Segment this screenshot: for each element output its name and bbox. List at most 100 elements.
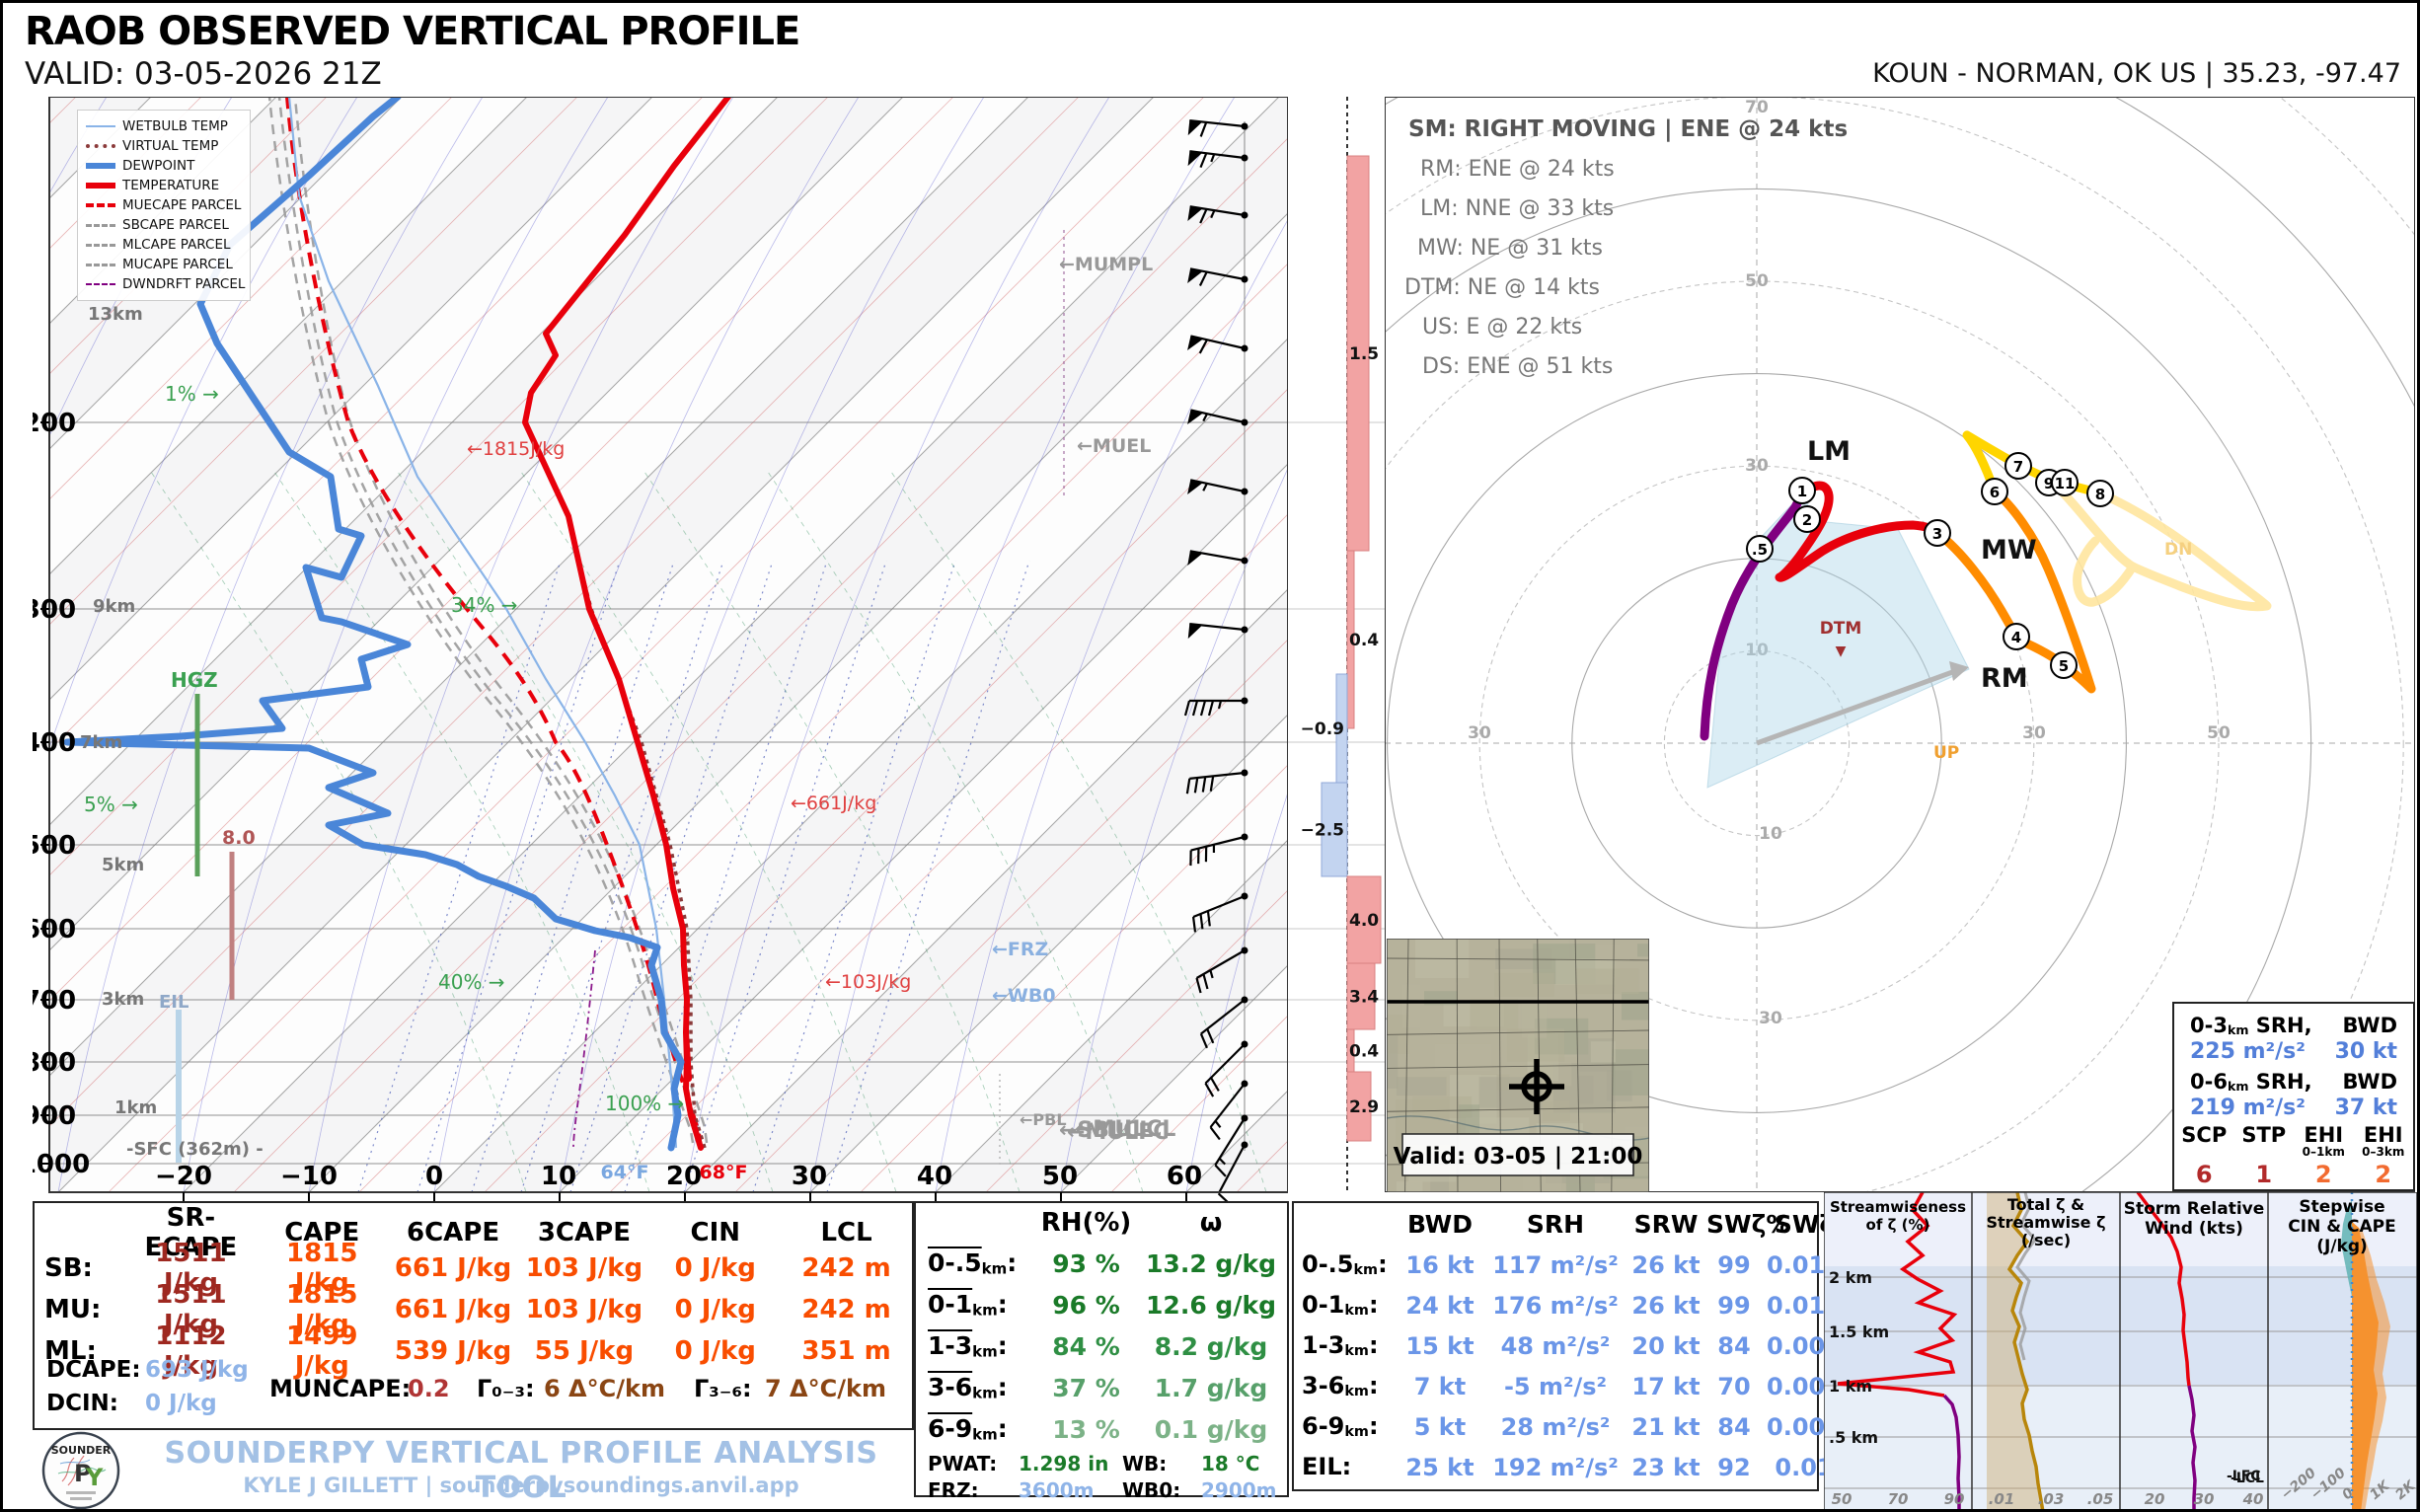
virtualtemp-line-icon <box>86 144 115 148</box>
svg-text:2 km: 2 km <box>1829 1268 1872 1287</box>
height-label: 13km <box>88 304 143 325</box>
dcape-value: 693 J/kg <box>145 1357 249 1383</box>
svg-text:50: 50 <box>1745 271 1769 291</box>
sounderpy-logo: SOUNDER P Y <box>41 1431 120 1509</box>
kin-row: 0-.5km: 16 kt 117 m²/s² 26 kt 99 0.018 <box>1302 1250 1842 1279</box>
svg-text:90: 90 <box>1944 1490 1965 1508</box>
svg-text:(/sec): (/sec) <box>2021 1231 2071 1249</box>
rh-label: 100% → <box>605 1092 684 1115</box>
svg-text:7: 7 <box>2013 458 2023 476</box>
lm-label: LM <box>1807 436 1851 467</box>
frz-label: ←FRZ <box>992 939 1048 960</box>
kin-row: 6-9km: 5 kt 28 m²/s² 21 kt 84 0.004 <box>1302 1412 1842 1441</box>
svg-text:50: 50 <box>1832 1490 1853 1508</box>
panel-title: Streamwiseness <box>1830 1198 1966 1216</box>
stepwise-cape-panel: Stepwise CIN & CAPE (J/kg) −200 −100 0 1… <box>2268 1192 2417 1509</box>
us-vector: US: E @ 22 kts <box>1422 315 1582 340</box>
svg-text:(J/kg): (J/kg) <box>2316 1237 2368 1256</box>
temp-label: 0 <box>425 1162 443 1191</box>
svg-text:2: 2 <box>1802 511 1812 529</box>
svg-text:1.5 km: 1.5 km <box>1829 1323 1889 1341</box>
svg-text:CIN & CAPE: CIN & CAPE <box>2288 1217 2395 1237</box>
svg-text:Streamwise ζ: Streamwise ζ <box>1986 1213 2105 1232</box>
svg-text:1.5: 1.5 <box>1349 344 1379 364</box>
legend-item: DWNDRFT PARCEL <box>86 274 245 294</box>
legend-item: VIRTUAL TEMP <box>86 136 242 156</box>
srh3-header: 0-3km SRH, <box>2190 1014 2312 1037</box>
svg-text:4: 4 <box>2011 629 2021 646</box>
pressure-label: 700 <box>33 986 76 1016</box>
muncape-value: 0.2 <box>408 1375 450 1402</box>
svg-text:20: 20 <box>2145 1490 2165 1508</box>
temp-label: 20 <box>666 1162 702 1191</box>
hgz-label: HGZ <box>171 668 218 692</box>
muncape-label: MUNCAPE: <box>269 1375 412 1402</box>
streamwiseness-panel: Streamwiseness of ζ (%) 2 km 1.5 km 1 km… <box>1824 1192 1972 1509</box>
cape-label: ←103J/kg <box>825 971 911 993</box>
legend-item: MUCAPE PARCEL <box>86 255 242 274</box>
thermo-header-row: SR-ECAPE CAPE 6CAPE 3CAPE CIN LCL <box>144 1203 872 1262</box>
svg-text:8: 8 <box>2095 486 2105 503</box>
pressure-label: 600 <box>33 915 76 945</box>
ds-vector: DS: ENE @ 51 kts <box>1422 354 1613 379</box>
moisture-row: 1-3km: 84 % 8.2 g/kg <box>928 1331 1268 1361</box>
pressure-label: 400 <box>33 728 76 758</box>
hodo-stats-box: 0-3km SRH, BWD 225 m²/s² 30 kt 0-6km SRH… <box>2172 1002 2415 1191</box>
bwd3-value: 30 kt <box>2334 1039 2397 1064</box>
svg-text:−0.9: −0.9 <box>1301 719 1344 739</box>
temp-label: 10 <box>541 1162 576 1191</box>
kin-row: 1-3km: 15 kt 48 m²/s² 20 kt 84 0.006 <box>1302 1331 1842 1360</box>
stp-value: 1 <box>2255 1161 2273 1188</box>
mlcape-line-icon <box>86 243 115 247</box>
pwat-row: PWAT: 1.298 in WB: 18 °C <box>928 1451 1260 1475</box>
kin-row: 0-1km: 24 kt 176 m²/s² 26 kt 99 0.014 <box>1302 1291 1842 1320</box>
lapse03-label: Γ₀₋₃: <box>477 1375 535 1402</box>
temp-label: 30 <box>792 1162 827 1191</box>
ehi1-header: EHI 0–1km <box>2302 1123 2345 1160</box>
dwndrft-line-icon <box>86 283 115 285</box>
legend-item: MUECAPE PARCEL <box>86 195 242 215</box>
temperature-line-icon <box>86 183 115 189</box>
dn-label: DN <box>2164 540 2192 560</box>
panel-title: Storm Relative <box>2124 1199 2265 1219</box>
moisture-row: 0-.5km: 93 % 13.2 g/kg <box>928 1248 1276 1278</box>
svg-text:30: 30 <box>1759 1009 1782 1028</box>
svg-text:40: 40 <box>2242 1490 2264 1508</box>
srw-panel: Storm Relative Wind (kts) -LFC -LCL 20 3… <box>2120 1192 2268 1509</box>
rh-label: 1% → <box>165 382 219 406</box>
vorticity-panel: Total ζ & Streamwise ζ (/sec) .01 .03 .0… <box>1972 1192 2120 1509</box>
eil-label: EIL <box>159 992 189 1013</box>
svg-text:1: 1 <box>1797 483 1807 500</box>
svg-text:0.4: 0.4 <box>1349 1042 1379 1062</box>
pressure-label: 300 <box>33 595 76 625</box>
lapse36-label: Γ₃₋₆: <box>694 1375 752 1402</box>
thermo-row-mu: MU: 1511 J/kg 1815 J/kg 661 J/kg 103 J/kg … <box>44 1280 891 1339</box>
moisture-header: RH(%) ω <box>1040 1208 1223 1238</box>
valid-time: VALID: 03-05-2026 21Z <box>25 56 382 92</box>
lapse36-value: 7 Δ°C/km <box>765 1375 886 1402</box>
panel-xticks: 20 30 40 <box>2145 1490 2264 1508</box>
srh6-header: 0-6km SRH, <box>2190 1070 2312 1094</box>
legend-item: TEMPERATURE <box>86 176 242 195</box>
moisture-row: 0-1km: 96 % 12.6 g/kg <box>928 1290 1276 1320</box>
cape-label: ←1815J/kg <box>467 438 565 460</box>
svg-text:1 km: 1 km <box>1829 1377 1872 1396</box>
svg-text:−2.5: −2.5 <box>1301 821 1344 841</box>
dewpoint-line-icon <box>86 163 115 169</box>
kinematics-table: BWD SRH SRW SWζ% SWζ 0-.5km: 16 kt 117 m²/s² 26… <box>1292 1201 1842 1491</box>
svg-text:30: 30 <box>1745 456 1769 476</box>
svg-text:10: 10 <box>1759 824 1782 844</box>
kinematics-header: BWD SRH SRW SWζ% SWζ <box>1406 1209 1835 1239</box>
mumpl-label: ←MUMPL <box>1059 254 1153 275</box>
height-label: 5km <box>102 855 144 875</box>
page-title: RAOB OBSERVED VERTICAL PROFILE <box>25 9 800 54</box>
svg-text:of ζ (%): of ζ (%) <box>1866 1216 1930 1234</box>
logo-y: Y <box>85 1464 104 1491</box>
up-label: UP <box>1933 743 1959 763</box>
frz-row: FRZ: 3600m WB0: 2900m <box>928 1477 1277 1502</box>
svg-text:70: 70 <box>1888 1490 1909 1508</box>
svg-text:Wind (kts): Wind (kts) <box>2145 1219 2243 1239</box>
legend-item: MLCAPE PARCEL <box>86 235 242 255</box>
svg-text:30: 30 <box>2022 723 2046 743</box>
scp-value: 6 <box>2195 1161 2213 1188</box>
